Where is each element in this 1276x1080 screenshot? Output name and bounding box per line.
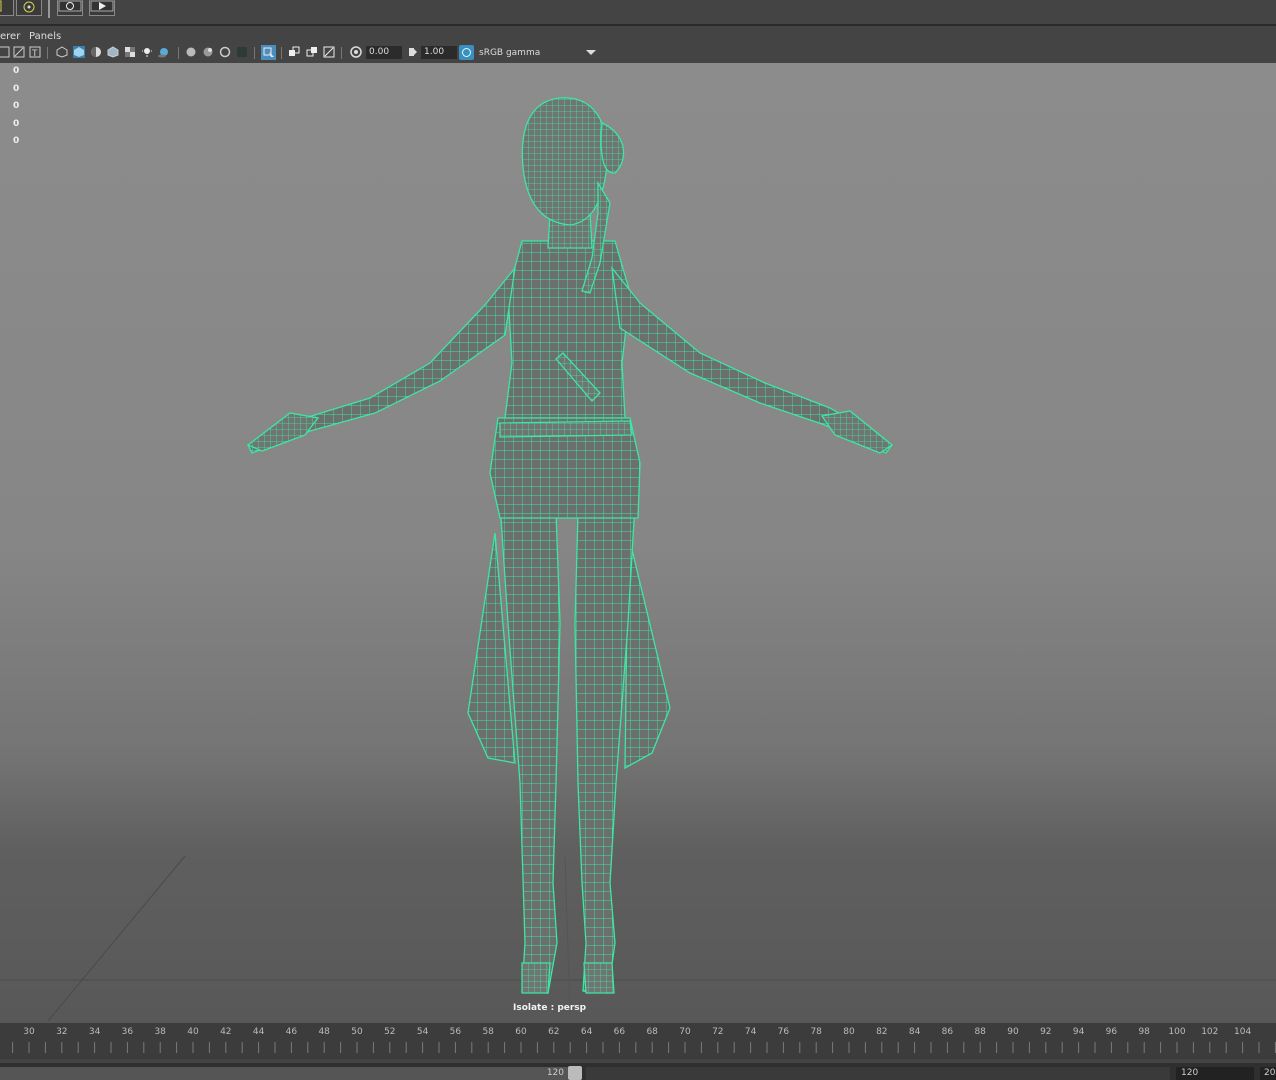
timeline-tick-label: 66 xyxy=(613,1027,626,1037)
timeline-tick-label: 44 xyxy=(252,1027,265,1037)
depth-of-field-icon[interactable] xyxy=(236,46,248,58)
isolate-select-icon[interactable] xyxy=(261,45,276,60)
viewport-toolbar: T 0.00 1.00 sRGB gamma xyxy=(0,44,1276,63)
timeline-tick-label: 100 xyxy=(1168,1027,1186,1037)
color-space-label: sRGB gamma xyxy=(479,48,541,58)
timeline-tick-label: 92 xyxy=(1040,1027,1052,1037)
timeline-tick-label: 98 xyxy=(1138,1027,1150,1037)
film-gate-icon[interactable]: T xyxy=(29,46,41,58)
timeline-tick-label: 52 xyxy=(384,1027,396,1037)
grid-icon[interactable] xyxy=(0,46,10,58)
timeline-tick-labels: 30 32 34 36 38 40 42 44 46 48 50 52 54 56 58 60 62 64 66 68… xyxy=(0,1027,1276,1039)
gamma-icon[interactable] xyxy=(407,46,419,58)
timeline-tick-label: 74 xyxy=(744,1027,757,1037)
animation-end-field[interactable]: 20 xyxy=(1260,1067,1276,1080)
shelf-ipr-icon[interactable] xyxy=(89,0,115,16)
timeline-tick-label: 84 xyxy=(908,1027,921,1037)
isolate-camera-label: Isolate : persp xyxy=(513,1003,587,1013)
shelf-snap-icon[interactable] xyxy=(16,0,42,16)
menu-renderer[interactable]: erer xyxy=(0,31,20,42)
timeline-tick-label: 72 xyxy=(712,1027,724,1037)
default-material-icon[interactable] xyxy=(90,46,102,58)
timeline-tick-label: 62 xyxy=(548,1027,560,1037)
timeline-tick-label: 36 xyxy=(121,1027,134,1037)
exposure-icon[interactable] xyxy=(350,46,362,58)
timeline-tick-label: 64 xyxy=(580,1027,593,1037)
shelf-divider-line xyxy=(0,24,1276,26)
shelf-divider xyxy=(48,0,50,18)
character-wireframe-mesh[interactable] xyxy=(246,97,894,994)
resolution-gate-icon[interactable] xyxy=(13,46,25,58)
range-slider-track[interactable] xyxy=(0,1067,568,1080)
textured-icon[interactable] xyxy=(107,46,119,58)
timeline-tick-label: 94 xyxy=(1072,1027,1085,1037)
shelf-render-icon[interactable] xyxy=(57,0,83,16)
timeline-tick-label: 80 xyxy=(843,1027,855,1037)
timeline-tick-label: 48 xyxy=(318,1027,330,1037)
smooth-shade-icon[interactable] xyxy=(73,46,85,58)
timeline-tick-label: 54 xyxy=(416,1027,429,1037)
timeline-tick-label: 58 xyxy=(482,1027,494,1037)
playback-end-field[interactable]: 120 xyxy=(1176,1067,1254,1080)
timeline-tick-label: 76 xyxy=(777,1027,790,1037)
shelf-tool-icon[interactable] xyxy=(0,0,14,16)
motion-blur-icon[interactable] xyxy=(202,46,214,58)
gamma-field[interactable]: 1.00 xyxy=(421,46,457,59)
wireframe-icon[interactable] xyxy=(56,46,68,58)
timeline-tick-label: 78 xyxy=(810,1027,822,1037)
timeline-tick-label: 70 xyxy=(679,1027,691,1037)
timeline-tick-label: 38 xyxy=(154,1027,166,1037)
checker-icon[interactable] xyxy=(124,46,136,58)
timeline-tick-label: 32 xyxy=(56,1027,68,1037)
time-slider[interactable]: 30 32 34 36 38 40 42 44 46 48 50 52 54 56 58 60 62 64 66 68… xyxy=(0,1023,1276,1059)
color-space-dropdown[interactable]: sRGB gamma xyxy=(459,46,599,60)
shadows-icon[interactable] xyxy=(158,46,170,58)
multisample-icon[interactable] xyxy=(219,46,231,58)
timeline-tick-label: 96 xyxy=(1105,1027,1118,1037)
range-slider-empty xyxy=(586,1067,1170,1080)
timeline-tick-label: 50 xyxy=(351,1027,363,1037)
timeline-tick-label: 86 xyxy=(941,1027,954,1037)
timeline-tick-label: 56 xyxy=(449,1027,462,1037)
exposure-field[interactable]: 0.00 xyxy=(366,46,402,59)
timeline-tick-label: 68 xyxy=(646,1027,658,1037)
timeline-tick-label: 42 xyxy=(220,1027,232,1037)
range-slider-handle[interactable] xyxy=(568,1066,582,1080)
svg-text:T: T xyxy=(31,49,38,58)
timeline-tick-label: 30 xyxy=(23,1027,35,1037)
timeline-tick-label: 34 xyxy=(88,1027,101,1037)
timeline-tick-label: 82 xyxy=(876,1027,888,1037)
timeline-tick-label: 102 xyxy=(1201,1027,1219,1037)
timeline-tick-label: 40 xyxy=(187,1027,199,1037)
ground-grid xyxy=(0,855,1276,1022)
xray-icon[interactable] xyxy=(288,46,300,58)
timeline-tick-label: 60 xyxy=(515,1027,527,1037)
xray-joints-icon[interactable] xyxy=(306,46,318,58)
panel-menu-bar: erer Panels xyxy=(0,28,1276,44)
dropdown-arrow-icon[interactable] xyxy=(584,46,598,58)
scene-canvas xyxy=(0,97,1276,1022)
ambient-occlusion-icon[interactable] xyxy=(185,46,197,58)
timeline-tick-label: 46 xyxy=(285,1027,298,1037)
perspective-viewport[interactable]: 0 0 0 0 0 Isolate: persp xyxy=(0,63,1276,1023)
light-icon[interactable] xyxy=(141,46,153,58)
range-end-label: 120 xyxy=(546,1068,564,1078)
shelf-bar xyxy=(0,0,1276,22)
timeline-tick-label: 104 xyxy=(1234,1027,1252,1037)
range-slider-bar[interactable]: 120 120 20 xyxy=(0,1063,1276,1080)
xray-components-icon[interactable] xyxy=(323,46,335,58)
menu-panels[interactable]: Panels xyxy=(29,31,61,42)
timeline-tick-label: 88 xyxy=(974,1027,986,1037)
timeline-tick-label: 90 xyxy=(1007,1027,1019,1037)
